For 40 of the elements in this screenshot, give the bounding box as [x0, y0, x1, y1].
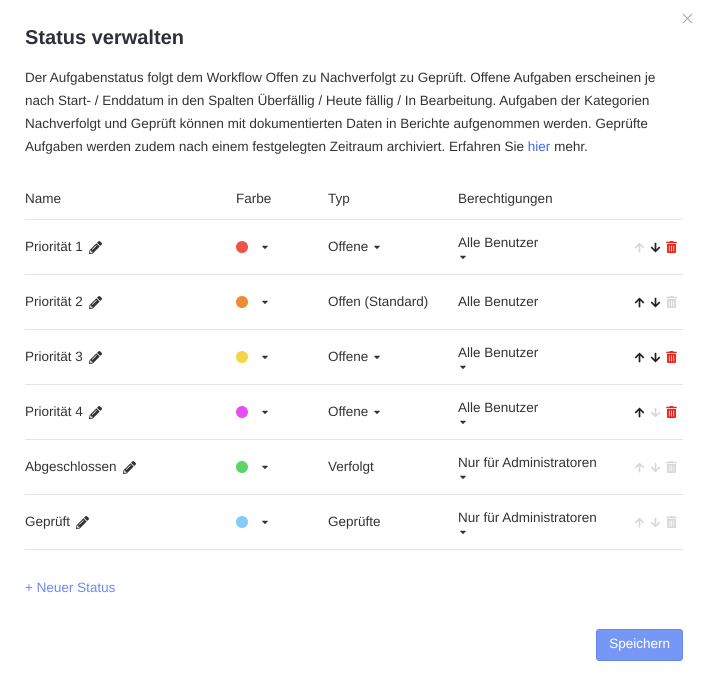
- type-text: Offen (Standard): [328, 293, 428, 312]
- trash-icon[interactable]: [666, 351, 677, 364]
- column-header: Name: [25, 191, 62, 206]
- dialog-title: Status verwalten: [25, 26, 185, 51]
- arrow-up-icon[interactable]: [634, 406, 645, 418]
- column-header: Berechtigungen: [458, 191, 553, 206]
- trash-icon[interactable]: [666, 241, 677, 254]
- permission-dropdown[interactable]: Nur für Administratoren: [458, 508, 597, 537]
- arrow-down-icon[interactable]: [650, 296, 661, 308]
- status-name: Priorität 2: [25, 293, 83, 312]
- permission-dropdown[interactable]: Alle Benutzer: [458, 398, 538, 427]
- arrow-down-icon[interactable]: [650, 242, 661, 253]
- pencil-icon[interactable]: [88, 296, 102, 309]
- status-name: Geprüft: [25, 513, 70, 532]
- column-header: Farbe: [236, 191, 272, 206]
- permission-dropdown[interactable]: Alle Benutzer: [458, 342, 538, 372]
- pencil-icon[interactable]: [88, 240, 102, 254]
- status-name: Abgeschlossen: [25, 458, 117, 476]
- column-header: Typ: [328, 191, 350, 206]
- trash-icon[interactable]: [666, 406, 677, 418]
- arrow-up-icon[interactable]: [634, 296, 645, 308]
- pencil-icon[interactable]: [76, 516, 90, 529]
- type-text: Verfolgt: [328, 458, 374, 476]
- permission-dropdown[interactable]: Alle Benutzer: [458, 232, 538, 262]
- arrow-down-icon[interactable]: [650, 352, 661, 363]
- type-dropdown[interactable]: Offene: [328, 237, 382, 258]
- description-text: Der Aufgabenstatus folgt dem Workflow Offen zu Nachverfolgt zu Geprüft. Offene Aufgaben erscheinen je nach Start- / Enddatum in den Spalten Überfällig / Heute fällig / In Bearbeitung. Aufgaben der Kategorien Nachverfolgt und Geprüft können mit dokumentierten Daten in Berichte aufgenommen werden. Geprüfte Aufgaben werden zudem nach einem festgelegten Zeitraum archiviert. Erfahren Sie hier mehr.: [25, 69, 656, 156]
- type-dropdown[interactable]: Offene: [328, 402, 382, 422]
- pencil-icon[interactable]: [88, 406, 102, 419]
- type-text: Geprüfte: [328, 513, 381, 532]
- permission-text: Alle Benutzer: [458, 293, 538, 312]
- pencil-icon[interactable]: [88, 350, 102, 364]
- status-name: Priorität 1: [25, 238, 83, 256]
- pencil-icon[interactable]: [122, 460, 136, 474]
- status-name: Priorität 4: [25, 403, 83, 422]
- type-dropdown[interactable]: Offene: [328, 347, 382, 368]
- permission-dropdown[interactable]: Nur für Administratoren: [458, 452, 597, 482]
- help-link[interactable]: hier: [528, 139, 550, 154]
- arrow-up-icon[interactable]: [634, 352, 645, 363]
- status-name: Priorität 3: [25, 348, 83, 366]
